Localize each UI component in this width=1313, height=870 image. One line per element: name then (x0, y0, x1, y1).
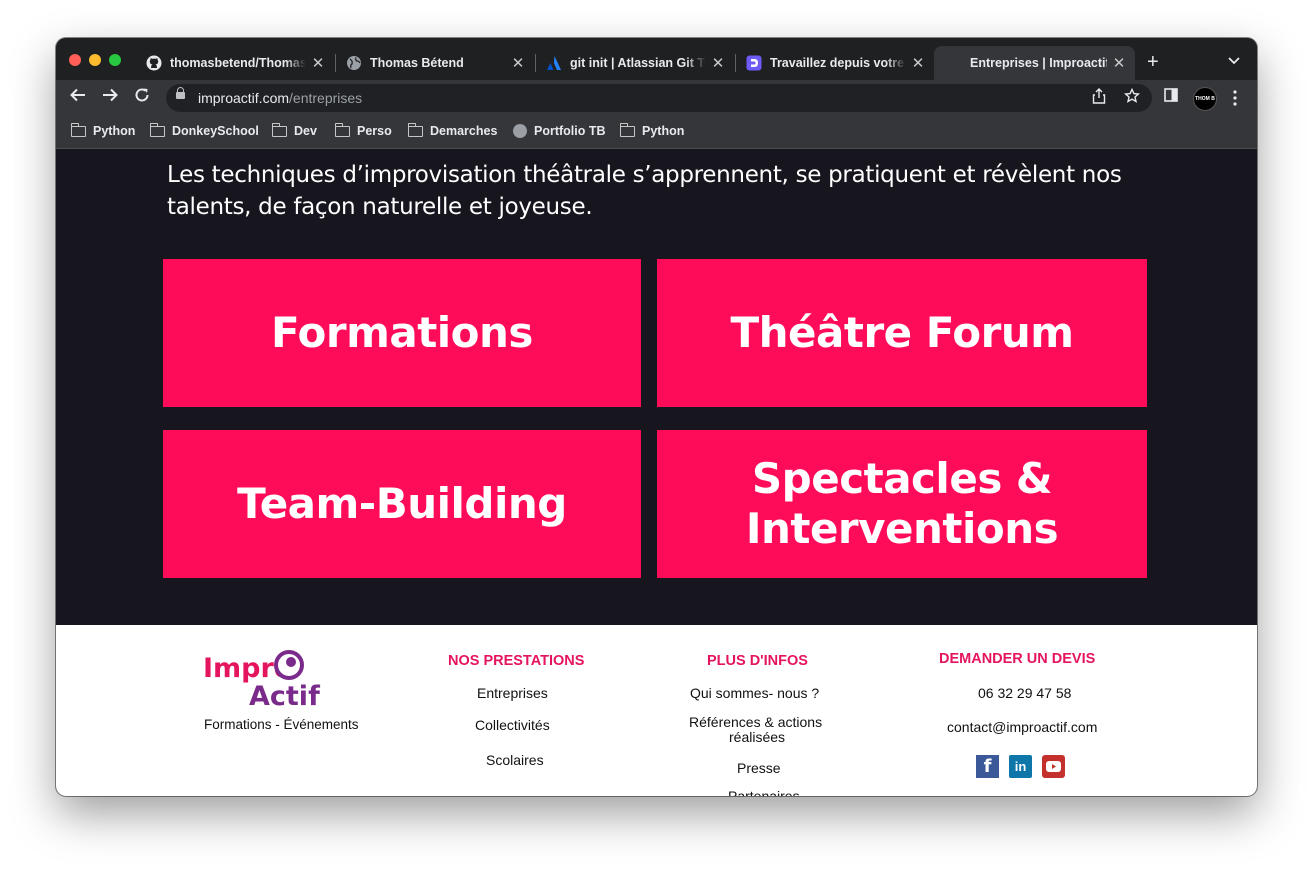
bookmarks-bar: Python DonkeySchool Dev Perso Demarches … (56, 116, 1257, 149)
bookmark-donkeyschool[interactable]: DonkeySchool (149, 122, 259, 138)
bookmark-dev[interactable]: Dev (271, 122, 317, 138)
tab-title: thomasbetend/ThomasB (170, 56, 306, 70)
devis-heading: DEMANDER UN DEVIS (939, 651, 1096, 667)
doctolib-icon (746, 55, 762, 71)
new-tab-button[interactable]: + (1147, 51, 1159, 74)
share-icon[interactable] (1092, 88, 1106, 108)
infos-heading: PLUS D'INFOS (707, 653, 808, 669)
blank-favicon-icon (944, 55, 960, 71)
bookmark-demarches[interactable]: Demarches (407, 122, 498, 138)
tab-title: git init | Atlassian Git Tut (570, 56, 706, 70)
close-window-button[interactable] (69, 54, 81, 66)
card-spectacles-interventions[interactable]: Spectacles & Interventions (657, 430, 1147, 578)
bookmark-label: Python (642, 124, 685, 138)
tab-entreprises-active[interactable]: Entreprises | Improactif ✕ (934, 46, 1135, 80)
footer-link-presse[interactable]: Presse (737, 760, 781, 776)
bookmark-perso[interactable]: Perso (334, 122, 392, 138)
folder-icon (70, 122, 86, 137)
improactif-logo[interactable]: Impro Actif (203, 649, 328, 717)
folder-icon (334, 122, 350, 137)
card-theatre-forum[interactable]: Théâtre Forum (657, 259, 1147, 407)
card-spectacles-line2: Interventions (745, 504, 1059, 553)
card-spectacles-line1: Spectacles & (751, 454, 1053, 503)
folder-icon (271, 122, 287, 137)
browser-toolbar: improactif.com/entreprises THOM B (56, 80, 1257, 116)
back-arrow-icon[interactable] (66, 86, 90, 110)
close-icon[interactable]: ✕ (1111, 54, 1127, 72)
footer-phone[interactable]: 06 32 29 47 58 (978, 685, 1071, 701)
linkedin-icon[interactable]: in (1009, 755, 1032, 778)
address-bar[interactable]: improactif.com/entreprises (166, 84, 1152, 112)
url-path: /entreprises (289, 90, 363, 106)
bookmark-label: DonkeySchool (172, 124, 259, 138)
footer-link-entreprises[interactable]: Entreprises (477, 685, 548, 701)
atlassian-icon (546, 55, 562, 71)
footer-link-references-line1[interactable]: Références & actions (689, 714, 822, 730)
github-icon (146, 55, 162, 71)
card-formations-label: Formations (271, 308, 533, 357)
forward-arrow-icon[interactable] (98, 86, 122, 110)
close-icon[interactable]: ✕ (310, 54, 326, 72)
tab-strip: thomasbetend/ThomasB ✕ Thomas Bétend ✕ g… (56, 38, 1257, 80)
globe-icon (513, 124, 527, 138)
bookmark-python[interactable]: Python (70, 122, 136, 138)
tab-title: Thomas Bétend (370, 56, 464, 70)
footer-link-qui-sommes-nous[interactable]: Qui sommes- nous ? (690, 685, 819, 701)
logo-text-actif: Actif (249, 681, 320, 712)
profile-avatar[interactable]: THOM B (1193, 87, 1217, 111)
footer-link-partenaires-cut[interactable]: Partenaires (728, 788, 800, 796)
card-theatre-forum-label: Théâtre Forum (730, 308, 1075, 357)
bookmark-python-2[interactable]: Python (619, 122, 685, 138)
page-content: Les techniques d’improvisation théâtrale… (56, 149, 1257, 796)
intro-text: Les techniques d’improvisation théâtrale… (167, 162, 1122, 220)
tab-thomas-betend[interactable]: Thomas Bétend ✕ (336, 46, 534, 80)
bookmark-label: Python (93, 124, 136, 138)
card-team-building-label: Team-Building (237, 479, 567, 528)
card-team-building[interactable]: Team-Building (163, 430, 641, 578)
tab-github[interactable]: thomasbetend/ThomasB ✕ (136, 46, 334, 80)
globe-icon (346, 55, 362, 71)
site-footer: Impro Actif Formations - Événements NOS … (56, 625, 1257, 796)
tab-search-chevron-icon[interactable] (1228, 54, 1240, 68)
close-icon[interactable]: ✕ (910, 54, 926, 72)
tab-title: Entreprises | Improactif (970, 56, 1107, 70)
browser-window: thomasbetend/ThomasB ✕ Thomas Bétend ✕ g… (56, 38, 1257, 796)
bookmark-label: Dev (294, 124, 317, 138)
bookmark-star-icon[interactable] (1123, 87, 1141, 108)
card-formations[interactable]: Formations (163, 259, 641, 407)
close-icon[interactable]: ✕ (510, 54, 526, 72)
bookmark-label: Perso (357, 124, 392, 138)
footer-email[interactable]: contact@improactif.com (947, 719, 1097, 735)
footer-link-collectivites[interactable]: Collectivités (475, 717, 550, 733)
side-panel-icon[interactable] (1164, 88, 1178, 106)
footer-tagline: Formations - Événements (204, 717, 359, 732)
more-menu-icon[interactable] (1233, 90, 1237, 110)
reload-icon[interactable] (130, 86, 154, 110)
lock-icon[interactable] (176, 87, 185, 99)
youtube-icon[interactable] (1042, 755, 1065, 778)
url-host: improactif.com (198, 90, 290, 106)
tab-atlassian[interactable]: git init | Atlassian Git Tut ✕ (536, 46, 734, 80)
tab-doctolib[interactable]: Travaillez depuis votre d ✕ (736, 46, 934, 80)
bookmark-label: Demarches (430, 124, 498, 138)
minimize-window-button[interactable] (89, 54, 101, 66)
folder-icon (619, 122, 635, 137)
folder-icon (407, 122, 423, 137)
footer-link-scolaires[interactable]: Scolaires (486, 752, 544, 768)
bookmark-portfolio-tb[interactable]: Portfolio TB (513, 124, 606, 138)
prestations-heading: NOS PRESTATIONS (448, 653, 585, 669)
facebook-icon[interactable]: f (976, 755, 999, 778)
maximize-window-button[interactable] (109, 54, 121, 66)
footer-link-references-line2[interactable]: réalisées (729, 729, 785, 745)
folder-icon (149, 122, 165, 137)
tab-title: Travaillez depuis votre d (770, 56, 906, 70)
bookmark-label: Portfolio TB (534, 124, 606, 138)
url-text[interactable]: improactif.com/entreprises (198, 90, 362, 106)
close-icon[interactable]: ✕ (710, 54, 726, 72)
